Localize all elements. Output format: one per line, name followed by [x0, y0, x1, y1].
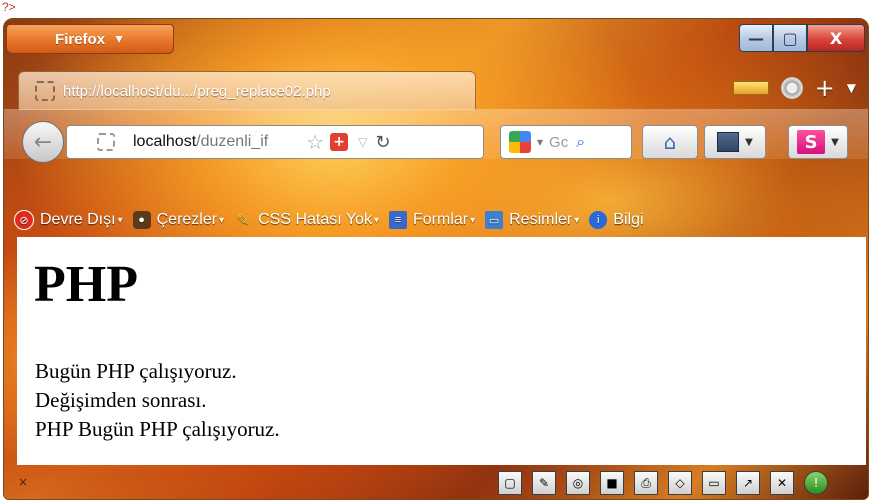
back-button[interactable]: ←: [22, 121, 64, 163]
home-button[interactable]: ⌂: [642, 125, 698, 159]
addon-s-button[interactable]: S ▼: [788, 125, 848, 159]
url-host: localhost: [133, 133, 197, 150]
bookmarks-toolbar: ⊘ Devre Dışı ▾ ● Çerezler ▾ ✎ CSS Hatası…: [4, 205, 868, 235]
page-heading: PHP: [34, 256, 138, 313]
info-icon: i: [589, 211, 608, 229]
bookmarks-icon: [717, 132, 740, 152]
s-addon-icon: S: [797, 130, 826, 154]
back-arrow-icon: ←: [33, 129, 53, 155]
page-content: PHP Bugün PHP çalışıyoruz. Değişimden so…: [17, 237, 866, 465]
bookmark-label: Devre Dışı: [40, 211, 116, 228]
tab-list-chevron-icon[interactable]: ▼: [847, 81, 856, 95]
home-icon: ⌂: [663, 130, 677, 154]
output-lines: Bugün PHP çalışıyoruz. Değişimden sonras…: [35, 357, 280, 444]
page-icon[interactable]: ▢: [498, 471, 522, 495]
site-identity-icon: [97, 133, 115, 151]
php-closing-tag-text: ?>: [2, 0, 16, 14]
chevron-down-icon: ▼: [831, 136, 839, 148]
chevron-down-icon: ▾: [373, 214, 379, 226]
status-bar: × ▢ ✎ ◎ ■ ⎙ ◇ ▭ ↗ ✕ !: [4, 465, 868, 499]
output-line: Değişimden sonrası.: [35, 388, 207, 412]
window-controls: — ▢ X: [739, 24, 865, 52]
status-icons: ▢ ✎ ◎ ■ ⎙ ◇ ▭ ↗ ✕ !: [498, 471, 828, 495]
chevron-down-icon: ▼: [113, 32, 125, 46]
window-icon[interactable]: ▭: [702, 471, 726, 495]
close-status-icon[interactable]: ×: [18, 475, 28, 489]
reload-icon[interactable]: ↻: [375, 132, 390, 153]
images-icon: ▭: [485, 211, 504, 229]
bookmark-item-formlar[interactable]: ≡ Formlar ▾: [388, 211, 476, 229]
minimize-button[interactable]: —: [739, 24, 773, 52]
tools-icon[interactable]: ✕: [770, 471, 794, 495]
maximize-icon: ▢: [782, 28, 798, 48]
forms-icon: ≡: [388, 211, 407, 229]
firefox-menu-label: Firefox: [55, 30, 106, 48]
chevron-down-icon: ▾: [470, 214, 476, 226]
tab-tools: + ▼: [732, 76, 856, 100]
search-icon[interactable]: ⌕: [576, 132, 585, 152]
bookmark-item-cerezler[interactable]: ● Çerezler ▾: [132, 211, 225, 229]
maximize-button[interactable]: ▢: [773, 24, 807, 52]
bookmark-label: Resimler: [509, 211, 573, 228]
chevron-down-icon: ▾: [574, 214, 580, 226]
minimize-icon: —: [748, 28, 764, 48]
tab-title: http://localhost/du.../preg_replace02.ph…: [63, 82, 331, 100]
output-line: PHP Bugün PHP çalışıyoruz.: [35, 417, 280, 441]
bookmark-label: Bilgi: [613, 211, 644, 228]
chart-icon[interactable]: ↗: [736, 471, 760, 495]
url-bar[interactable]: localhost /duzenli_if ☆ + ▽ ↻: [66, 125, 484, 159]
cookie-user-icon: ●: [132, 211, 151, 229]
bookmark-label: CSS Hatası Yok: [258, 211, 372, 228]
bookmark-star-icon[interactable]: ☆: [306, 130, 324, 154]
chevron-down-icon: ▾: [117, 214, 123, 226]
globe-icon[interactable]: ◎: [566, 471, 590, 495]
search-box[interactable]: ▾ Gc ⌕: [500, 125, 632, 159]
edit-icon[interactable]: ✎: [532, 471, 556, 495]
browser-tab[interactable]: http://localhost/du.../preg_replace02.ph…: [18, 71, 476, 110]
disable-icon: ⊘: [14, 210, 34, 230]
bookmark-label: Çerezler: [156, 211, 218, 228]
bookmark-item-devre-disi[interactable]: ⊘ Devre Dışı ▾: [14, 210, 123, 230]
history-dropdown-icon[interactable]: ▽: [358, 135, 367, 149]
validation-ok-icon[interactable]: !: [804, 471, 828, 495]
firefox-menu-button[interactable]: Firefox ▼: [6, 24, 174, 54]
browser-window: Firefox ▼ — ▢ X http://localhost/du.../p…: [3, 18, 869, 500]
page-favicon-icon: [35, 81, 55, 101]
ruler-icon[interactable]: [732, 81, 769, 95]
search-engine-dropdown-icon[interactable]: ▾: [537, 135, 543, 149]
output-line: Bugün PHP çalışıyoruz.: [35, 359, 237, 383]
google-logo-icon: [509, 131, 531, 153]
search-input[interactable]: Gc: [549, 134, 568, 151]
bookmark-item-resimler[interactable]: ▭ Resimler ▾: [485, 211, 579, 229]
bookmark-item-css[interactable]: ✎ CSS Hatası Yok ▾: [234, 211, 379, 229]
url-path: /duzenli_if: [196, 133, 269, 150]
chevron-down-icon: ▾: [219, 214, 225, 226]
bookmark-label: Formlar: [412, 211, 469, 228]
close-icon: X: [829, 28, 843, 48]
save-icon[interactable]: ■: [600, 471, 624, 495]
print-icon[interactable]: ⎙: [634, 471, 658, 495]
gear-icon[interactable]: [780, 77, 803, 99]
chevron-down-icon: ▼: [745, 136, 753, 148]
css-wand-icon: ✎: [236, 212, 250, 229]
add-icon[interactable]: +: [330, 133, 349, 151]
eraser-icon[interactable]: ◇: [668, 471, 692, 495]
new-tab-plus-icon[interactable]: +: [815, 76, 835, 100]
close-button[interactable]: X: [807, 24, 865, 52]
bookmarks-button[interactable]: ▼: [704, 125, 766, 159]
bookmark-item-bilgi[interactable]: i Bilgi: [589, 211, 644, 229]
